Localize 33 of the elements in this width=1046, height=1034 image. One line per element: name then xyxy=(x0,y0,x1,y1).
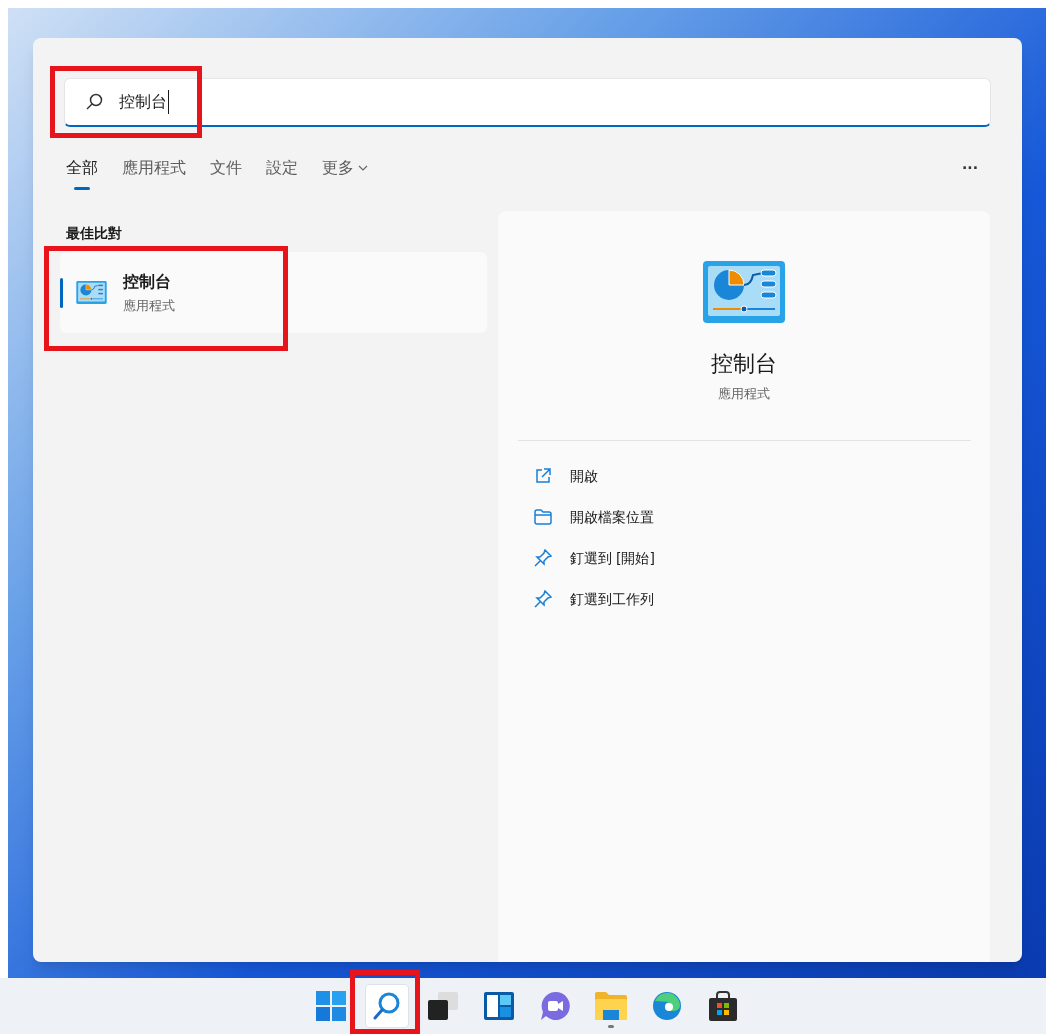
search-field[interactable]: 控制台 xyxy=(64,78,991,127)
overlapping-windows-icon xyxy=(428,992,458,1020)
search-icon xyxy=(372,991,402,1021)
search-icon xyxy=(85,93,103,111)
app-title: 控制台 xyxy=(711,350,777,378)
result-type: 應用程式 xyxy=(123,296,175,315)
external-link-icon xyxy=(533,467,552,485)
filter-tab[interactable]: 更多 xyxy=(322,156,368,190)
filter-tab[interactable]: 文件 xyxy=(210,156,242,190)
windows-logo-icon xyxy=(316,991,346,1021)
filter-tab[interactable]: 設定 xyxy=(266,156,298,190)
pin-icon xyxy=(533,549,552,567)
control-panel-icon xyxy=(703,261,785,323)
action-item[interactable]: 開啟 xyxy=(517,458,971,494)
result-title: 控制台 xyxy=(123,270,172,293)
control-panel-icon xyxy=(76,281,107,304)
action-item[interactable]: 釘選到 [開始] xyxy=(517,540,971,576)
filter-tab[interactable]: 應用程式 xyxy=(122,156,186,190)
action-item[interactable]: 釘選到工作列 xyxy=(517,581,971,617)
video-chat-icon xyxy=(540,991,570,1021)
shopping-bag-icon xyxy=(709,991,737,1021)
action-item[interactable]: 開啟檔案位置 xyxy=(517,499,971,535)
more-options-button[interactable]: ··· xyxy=(962,158,978,179)
filter-tab[interactable]: 全部 xyxy=(66,156,98,190)
browser-icon xyxy=(652,991,682,1021)
annotation-frame xyxy=(350,970,420,1034)
pin-icon xyxy=(533,590,552,608)
widgets-icon xyxy=(484,992,514,1020)
app-type: 應用程式 xyxy=(718,385,770,403)
folder-icon xyxy=(595,992,627,1020)
folder-icon xyxy=(533,509,552,525)
section-heading: 最佳比對 xyxy=(66,224,122,243)
search-result[interactable]: 控制台 應用程式 xyxy=(60,252,487,333)
